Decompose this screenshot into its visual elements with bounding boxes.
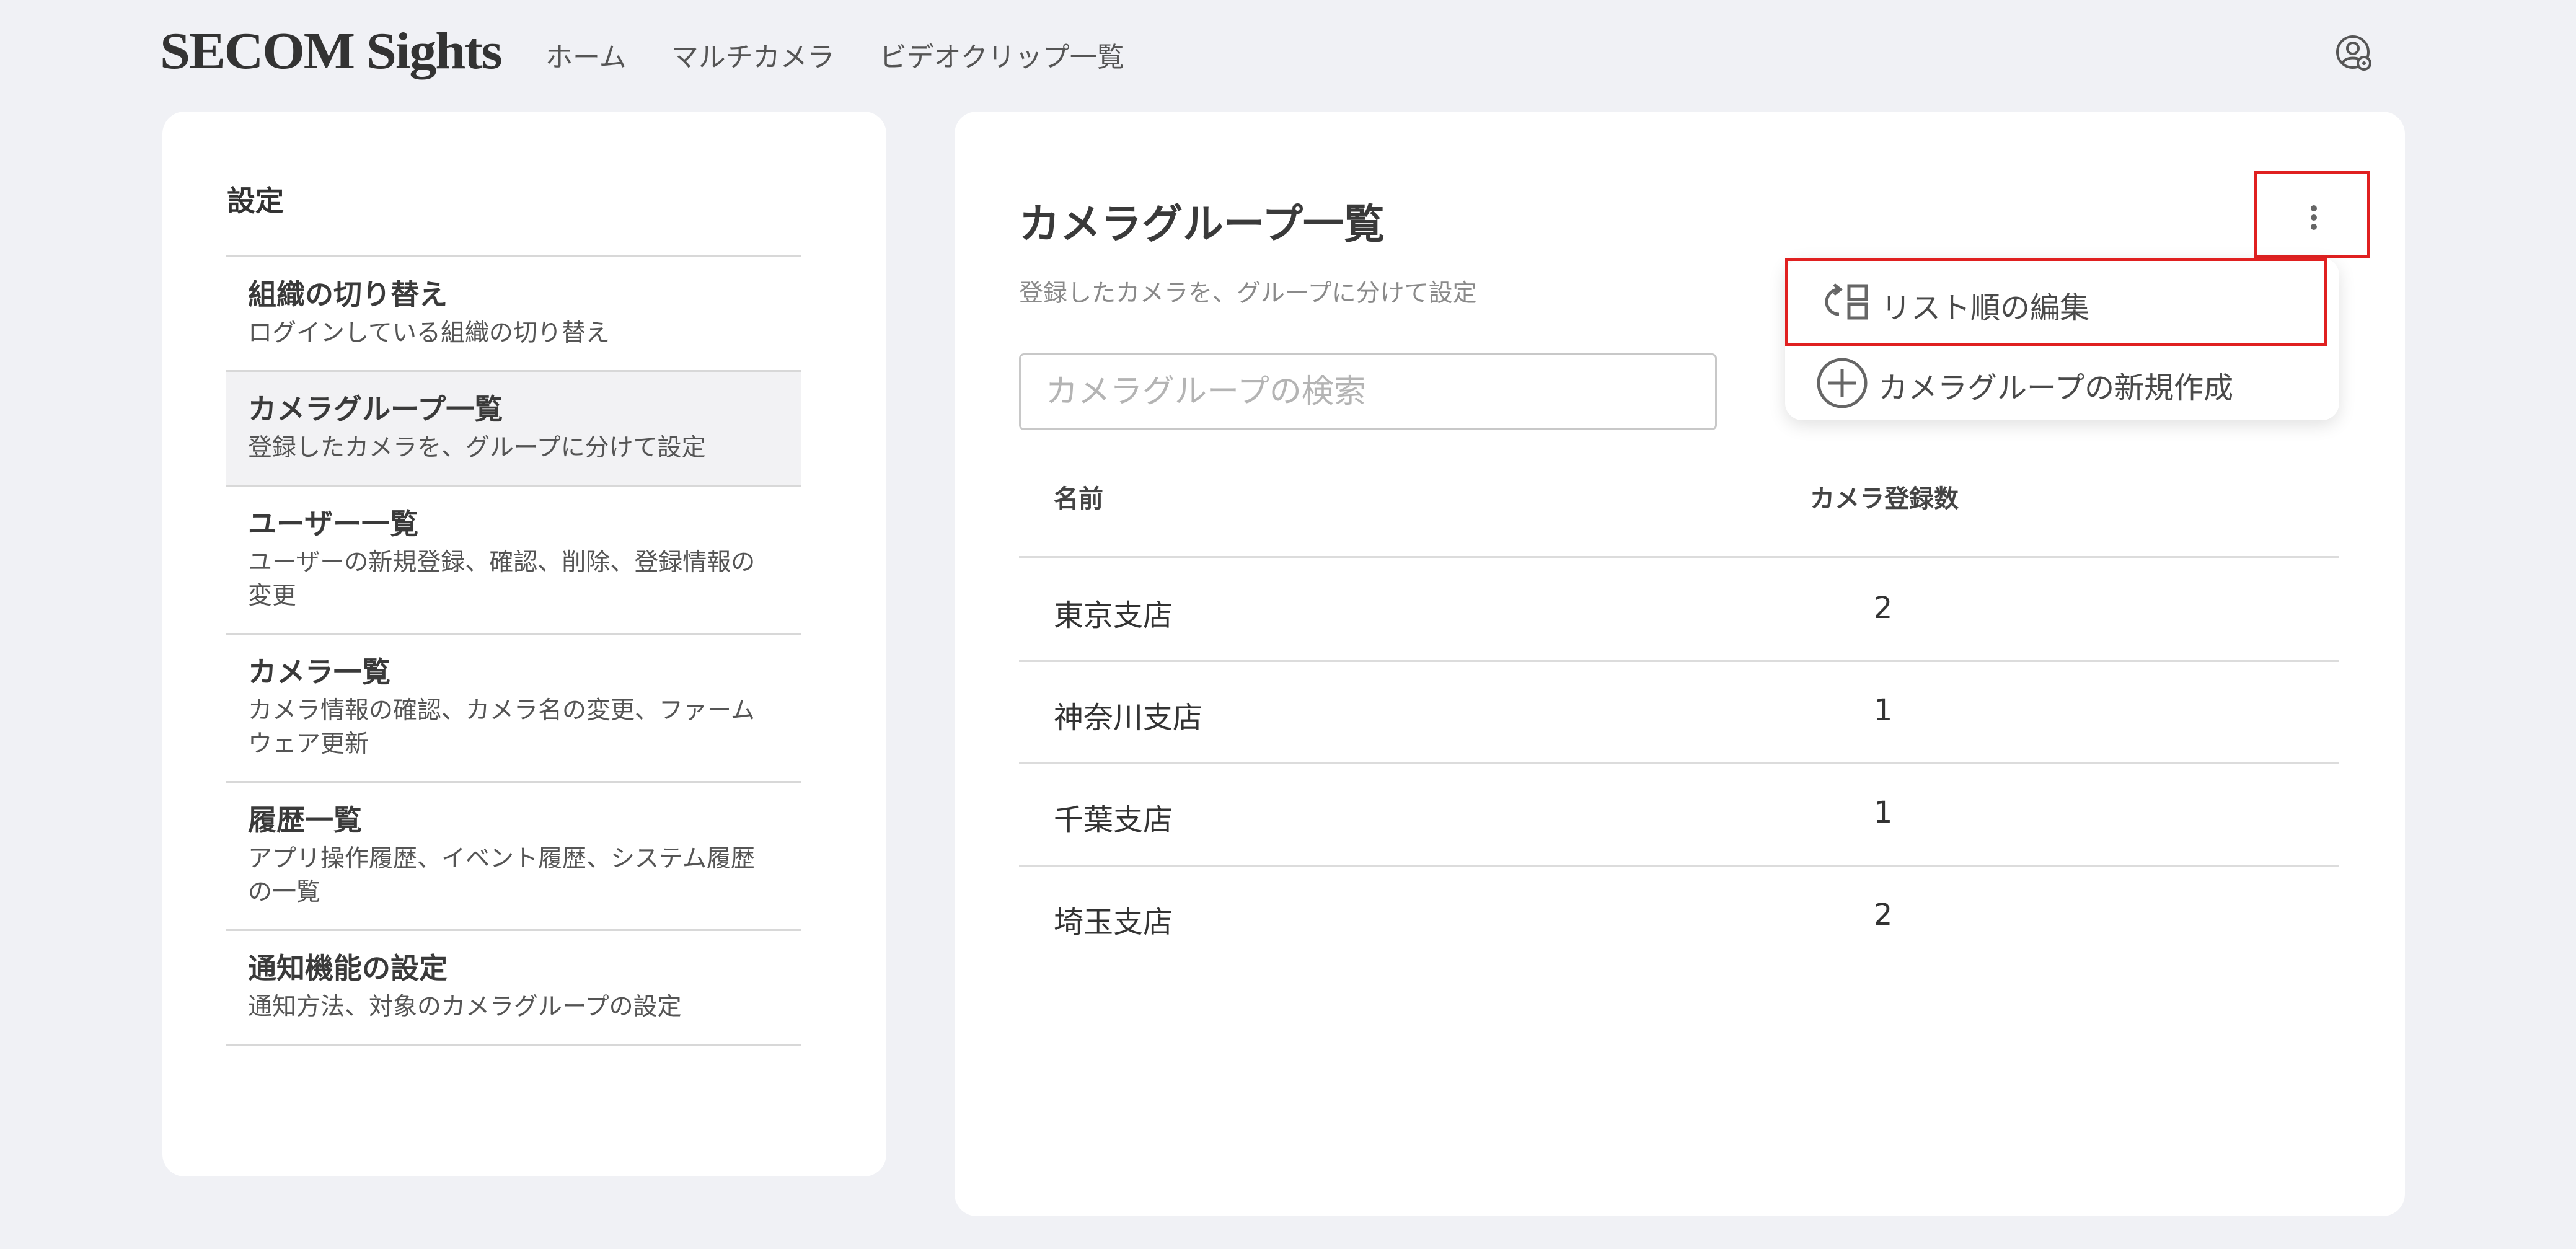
table-row[interactable]: 千葉支店 1 (1019, 764, 2339, 867)
sidebar-item-switch-organization[interactable]: 組織の切り替え ログインしている組織の切り替え (226, 257, 801, 372)
settings-menu: 組織の切り替え ログインしている組織の切り替え カメラグループ一覧 登録したカメ… (226, 255, 801, 1046)
table-header: 名前 カメラ登録数 (1019, 477, 2339, 558)
sidebar-item-title: カメラグループ一覧 (248, 392, 503, 426)
sidebar-item-desc: ログインしている組織の切り替え (248, 319, 610, 347)
menu-item-label: リスト順の編集 (1881, 291, 2090, 325)
sidebar-item-desc: ユーザーの新規登録、確認、削除、登録情報の変更 (248, 549, 756, 610)
nav-video-clips[interactable]: ビデオクリップ一覧 (880, 35, 1124, 74)
camera-count: 2 (1873, 898, 1893, 932)
app-logo[interactable]: SECOM Sights (160, 21, 503, 81)
sidebar-item-camera-groups[interactable]: カメラグループ一覧 登録したカメラを、グループに分けて設定 (226, 372, 801, 487)
column-header-name[interactable]: 名前 (1054, 477, 1103, 521)
sidebar-item-desc: 登録したカメラを、グループに分けて設定 (248, 434, 706, 462)
table-row[interactable]: 東京支店 2 (1019, 560, 2339, 662)
page-title: カメラグループ一覧 (1019, 200, 1385, 248)
camera-group-panel: カメラグループ一覧 登録したカメラを、グループに分けて設定 リスト順の編集 カメ… (955, 112, 2405, 1216)
add-circle-icon (1817, 358, 1868, 408)
table-row[interactable]: 埼玉支店 2 (1019, 867, 2339, 969)
menu-item-label: カメラグループの新規作成 (1878, 371, 2234, 405)
page-subtitle: 登録したカメラを、グループに分けて設定 (1019, 280, 1477, 307)
top-header: SECOM Sights ホーム マルチカメラ ビデオクリップ一覧 (0, 0, 2576, 105)
sidebar-item-users[interactable]: ユーザー一覧 ユーザーの新規登録、確認、削除、登録情報の変更 (226, 487, 801, 635)
group-name: 千葉支店 (1054, 803, 1173, 837)
sidebar-item-title: 組織の切り替え (248, 278, 448, 311)
sidebar-item-title: ユーザー一覧 (248, 507, 419, 541)
sidebar-item-history[interactable]: 履歴一覧 アプリ操作履歴、イベント履歴、システム履歴の一覧 (226, 783, 801, 931)
settings-sidebar: 設定 組織の切り替え ログインしている組織の切り替え カメラグループ一覧 登録し… (162, 112, 886, 1176)
menu-item-create-camera-group[interactable]: カメラグループの新規作成 (1785, 348, 2327, 417)
sidebar-item-title: 履歴一覧 (248, 803, 362, 837)
group-name: 埼玉支店 (1054, 905, 1173, 940)
nav-multi-camera[interactable]: マルチカメラ (671, 35, 835, 74)
more-vert-icon (2311, 205, 2317, 230)
settings-title: 設定 (227, 184, 284, 218)
group-name: 東京支店 (1054, 598, 1173, 633)
menu-item-edit-list-order[interactable]: リスト順の編集 (1785, 258, 2327, 346)
table-row[interactable]: 神奈川支店 1 (1019, 662, 2339, 764)
sidebar-item-desc: 通知方法、対象のカメラグループの設定 (248, 993, 682, 1021)
sidebar-item-cameras[interactable]: カメラ一覧 カメラ情報の確認、カメラ名の変更、ファームウェア更新 (226, 635, 801, 783)
sidebar-item-notifications[interactable]: 通知機能の設定 通知方法、対象のカメラグループの設定 (226, 931, 801, 1046)
camera-count: 1 (1873, 693, 1893, 728)
column-header-camera-count[interactable]: カメラ登録数 (1810, 477, 1959, 521)
camera-group-search-input[interactable] (1019, 353, 1717, 430)
camera-count: 1 (1873, 795, 1893, 830)
sidebar-item-title: カメラ一覧 (248, 655, 390, 689)
options-dropdown-menu: リスト順の編集 カメラグループの新規作成 (1785, 258, 2339, 420)
camera-count: 2 (1873, 591, 1893, 625)
account-settings-icon[interactable] (2334, 33, 2374, 73)
more-options-button[interactable] (2254, 171, 2370, 258)
sidebar-item-desc: カメラ情報の確認、カメラ名の変更、ファームウェア更新 (248, 697, 755, 758)
group-name: 神奈川支店 (1054, 700, 1203, 735)
nav-home[interactable]: ホーム (545, 35, 627, 74)
reorder-list-icon (1825, 283, 1868, 320)
sidebar-item-desc: アプリ操作履歴、イベント履歴、システム履歴の一覧 (248, 845, 755, 906)
main-nav: ホーム マルチカメラ ビデオクリップ一覧 (545, 35, 1124, 74)
sidebar-item-title: 通知機能の設定 (248, 951, 448, 985)
